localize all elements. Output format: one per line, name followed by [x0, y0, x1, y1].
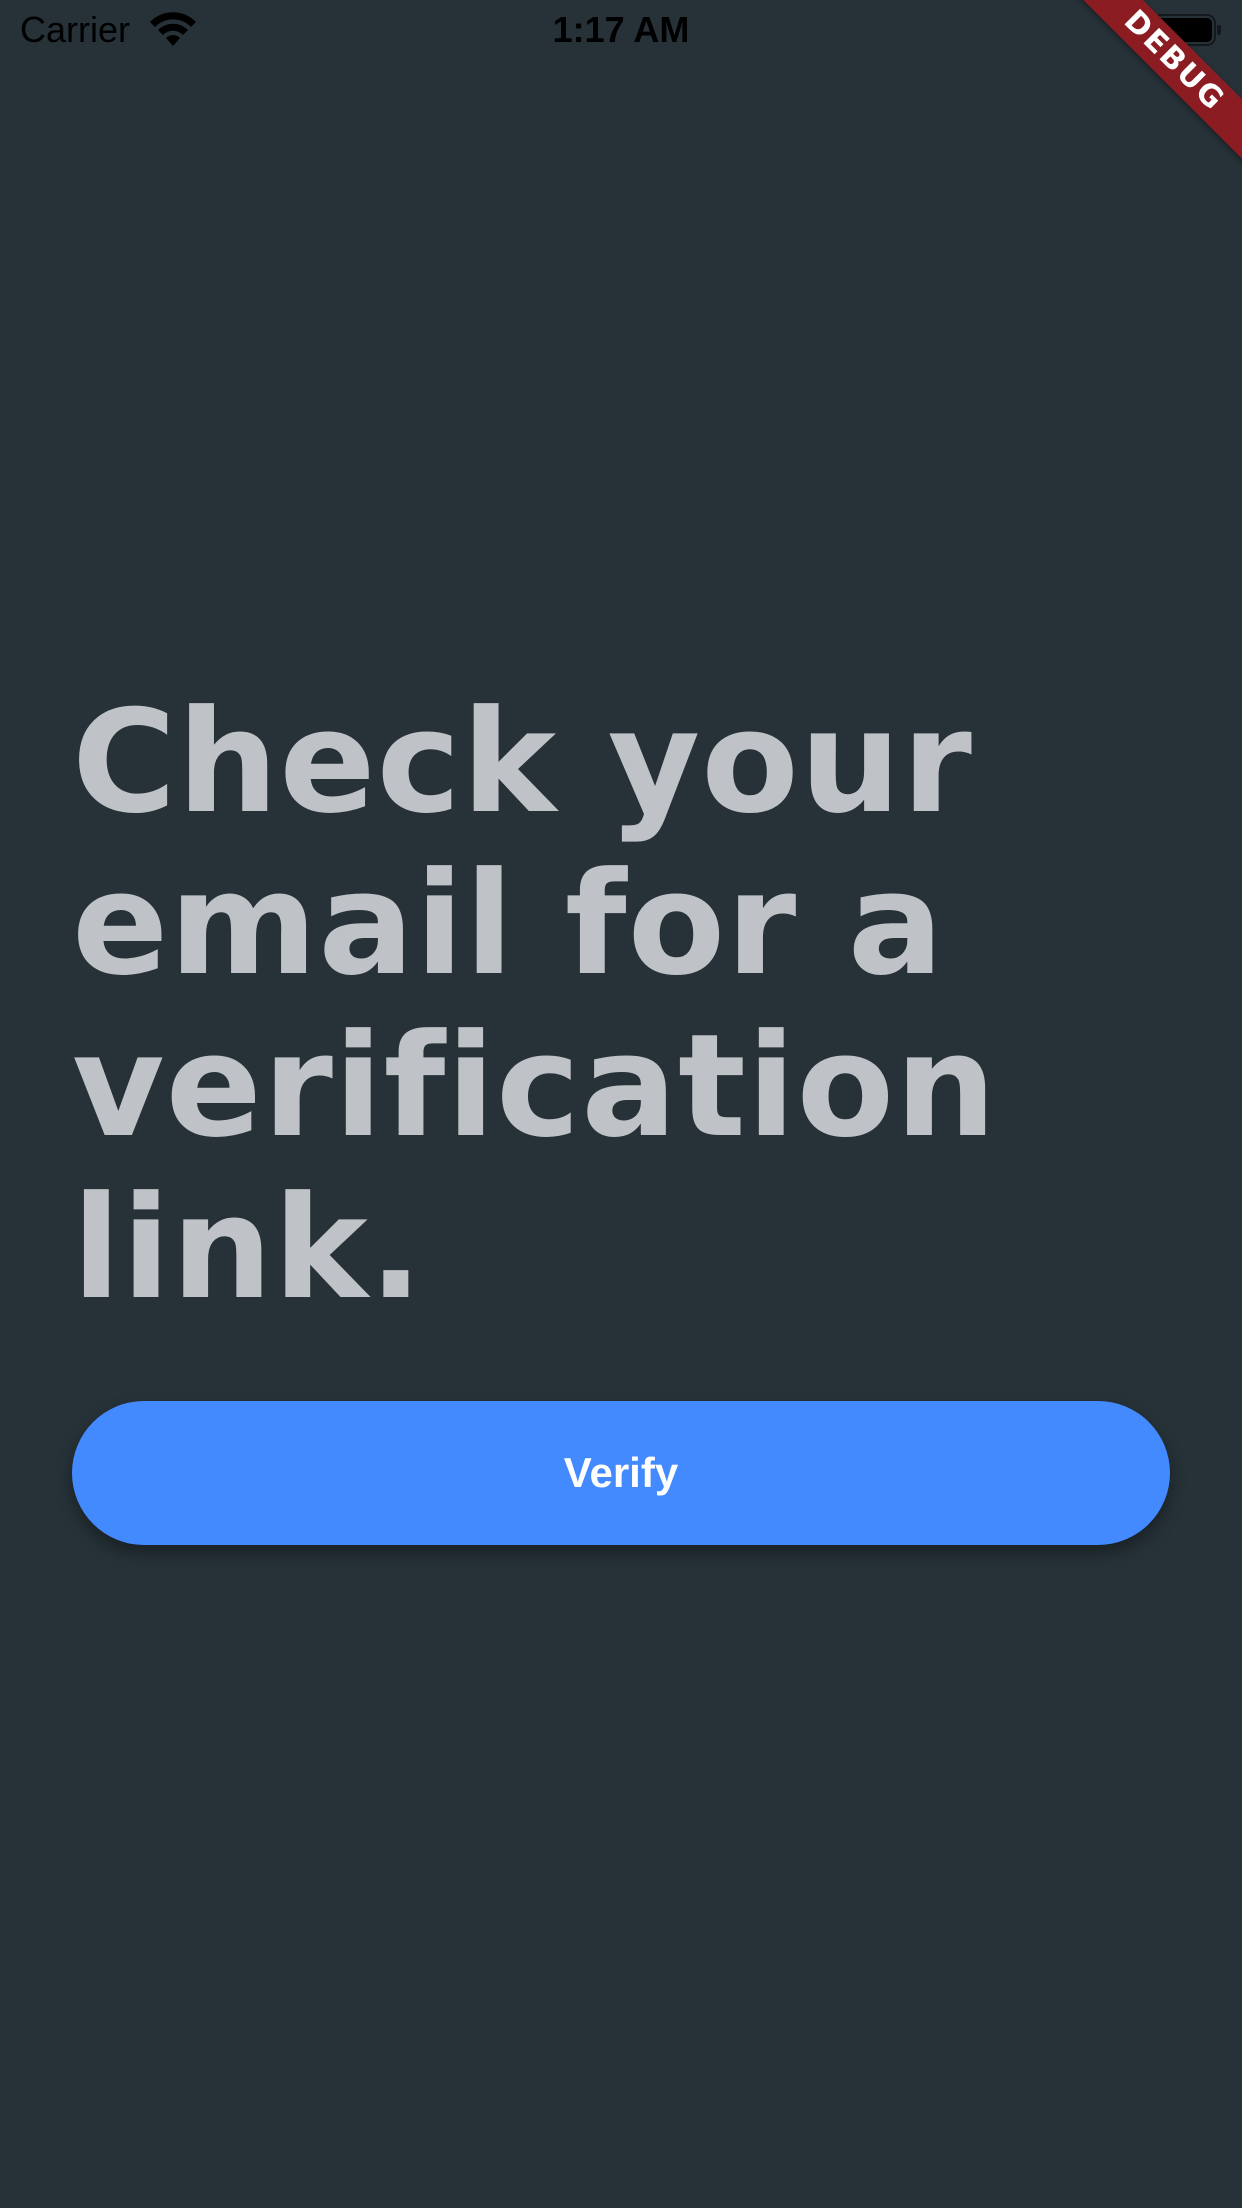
page-title: Check your email for a verification link… — [72, 680, 998, 1331]
battery-icon — [1152, 14, 1222, 46]
verify-button[interactable]: Verify — [72, 1401, 1170, 1545]
status-bar: Carrier 1:17 AM — [0, 0, 1242, 62]
verification-screen: Carrier 1:17 AM DEBUG Check your email f… — [0, 0, 1242, 2208]
status-time: 1:17 AM — [552, 9, 690, 50]
